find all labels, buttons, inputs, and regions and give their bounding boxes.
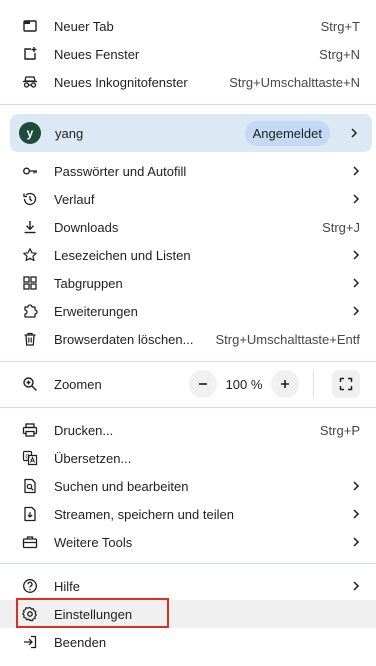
new-tab-icon bbox=[22, 18, 38, 34]
print-shortcut: Strg+P bbox=[319, 422, 360, 438]
trash-icon bbox=[22, 331, 38, 347]
key-icon bbox=[22, 163, 38, 179]
menu-item-new-window[interactable]: Neues Fenster Strg+N bbox=[0, 40, 376, 68]
cast-save-share-label: Streamen, speichern und teilen bbox=[54, 506, 234, 522]
new-window-icon bbox=[22, 46, 38, 62]
chevron-right-icon bbox=[346, 125, 362, 141]
find-icon bbox=[22, 478, 38, 494]
extensions-label: Erweiterungen bbox=[54, 303, 138, 319]
incognito-shortcut: Strg+Umschalttaste+N bbox=[229, 74, 360, 90]
download-icon bbox=[22, 219, 38, 235]
menu-item-bookmarks[interactable]: Lesezeichen und Listen bbox=[0, 241, 376, 269]
menu-item-passwords[interactable]: Passwörter und Autofill bbox=[0, 157, 376, 185]
menu-item-more-tools[interactable]: Weitere Tools bbox=[0, 528, 376, 556]
menu-item-extensions[interactable]: Erweiterungen bbox=[0, 297, 376, 325]
zoom-value: 100 % bbox=[225, 376, 263, 392]
menu-item-translate[interactable]: G Übersetzen... bbox=[0, 444, 376, 472]
chevron-right-icon bbox=[348, 191, 364, 207]
menu-item-help[interactable]: Hilfe bbox=[0, 572, 376, 600]
incognito-label: Neues Inkognitofenster bbox=[54, 74, 188, 90]
svg-text:G: G bbox=[25, 454, 30, 461]
menu-item-exit[interactable]: Beenden bbox=[0, 628, 376, 656]
chevron-right-icon bbox=[348, 247, 364, 263]
zoom-in-button[interactable] bbox=[271, 370, 299, 398]
printer-icon bbox=[22, 422, 38, 438]
menu-item-clear-data[interactable]: Browserdaten löschen... Strg+Umschalttas… bbox=[0, 325, 376, 353]
chevron-right-icon bbox=[348, 275, 364, 291]
cast-icon bbox=[22, 506, 38, 522]
settings-label: Einstellungen bbox=[54, 606, 133, 622]
downloads-shortcut: Strg+J bbox=[322, 219, 360, 235]
menu-item-incognito[interactable]: Neues Inkognitofenster Strg+Umschalttast… bbox=[0, 68, 376, 96]
tab-groups-label: Tabgruppen bbox=[54, 275, 123, 291]
exit-icon bbox=[22, 634, 38, 650]
new-tab-shortcut: Strg+T bbox=[320, 18, 360, 34]
chevron-right-icon bbox=[348, 506, 364, 522]
chevron-right-icon bbox=[348, 578, 364, 594]
menu-item-zoom: Zoomen 100 % bbox=[0, 369, 376, 399]
menu-item-print[interactable]: Drucken... Strg+P bbox=[0, 416, 376, 444]
plus-icon bbox=[281, 380, 289, 388]
clear-data-label: Browserdaten löschen... bbox=[54, 331, 194, 347]
fullscreen-icon bbox=[339, 377, 353, 391]
divider bbox=[0, 407, 376, 408]
menu-item-cast-save-share[interactable]: Streamen, speichern und teilen bbox=[0, 500, 376, 528]
more-tools-label: Weitere Tools bbox=[54, 534, 133, 550]
translate-label: Übersetzen... bbox=[54, 450, 132, 466]
zoom-out-button[interactable] bbox=[189, 370, 217, 398]
chevron-right-icon bbox=[348, 478, 364, 494]
divider bbox=[0, 563, 376, 564]
help-icon bbox=[22, 578, 38, 594]
profile-name: yang bbox=[55, 125, 84, 141]
toolbox-icon bbox=[22, 534, 38, 550]
chevron-right-icon bbox=[348, 163, 364, 179]
clear-data-shortcut: Strg+Umschalttaste+Entf bbox=[215, 331, 360, 347]
gear-icon bbox=[22, 606, 38, 622]
profile-row[interactable]: y yang Angemeldet bbox=[10, 114, 372, 152]
menu-item-tab-groups[interactable]: Tabgruppen bbox=[0, 269, 376, 297]
chevron-right-icon bbox=[348, 534, 364, 550]
zoom-icon bbox=[22, 376, 38, 392]
fullscreen-button[interactable] bbox=[332, 370, 360, 398]
help-label: Hilfe bbox=[54, 578, 81, 594]
minus-icon bbox=[199, 383, 207, 385]
chrome-main-menu: Neuer Tab Strg+T Neues Fenster Strg+N Ne… bbox=[0, 0, 376, 666]
divider bbox=[0, 361, 376, 362]
signed-in-badge: Angemeldet bbox=[244, 120, 330, 146]
zoom-separator bbox=[313, 370, 314, 398]
divider bbox=[0, 104, 376, 105]
find-edit-label: Suchen und bearbeiten bbox=[54, 478, 189, 494]
bookmarks-label: Lesezeichen und Listen bbox=[54, 247, 191, 263]
print-label: Drucken... bbox=[54, 422, 114, 438]
history-icon bbox=[22, 191, 38, 207]
menu-item-downloads[interactable]: Downloads Strg+J bbox=[0, 213, 376, 241]
zoom-controls: 100 % bbox=[189, 370, 360, 398]
exit-label: Beenden bbox=[54, 634, 107, 650]
puzzle-icon bbox=[22, 303, 38, 319]
history-label: Verlauf bbox=[54, 191, 95, 207]
star-icon bbox=[22, 247, 38, 263]
downloads-label: Downloads bbox=[54, 219, 119, 235]
grid-icon bbox=[22, 275, 38, 291]
new-tab-label: Neuer Tab bbox=[54, 18, 114, 34]
new-window-label: Neues Fenster bbox=[54, 46, 140, 62]
menu-item-history[interactable]: Verlauf bbox=[0, 185, 376, 213]
zoom-label: Zoomen bbox=[54, 376, 102, 392]
new-window-shortcut: Strg+N bbox=[319, 46, 360, 62]
menu-item-find-edit[interactable]: Suchen und bearbeiten bbox=[0, 472, 376, 500]
avatar: y bbox=[19, 122, 41, 144]
translate-icon: G bbox=[22, 450, 38, 466]
menu-item-new-tab[interactable]: Neuer Tab Strg+T bbox=[0, 12, 376, 40]
menu-item-settings[interactable]: Einstellungen bbox=[0, 600, 376, 628]
chevron-right-icon bbox=[348, 303, 364, 319]
incognito-icon bbox=[22, 74, 38, 90]
passwords-label: Passwörter und Autofill bbox=[54, 163, 187, 179]
